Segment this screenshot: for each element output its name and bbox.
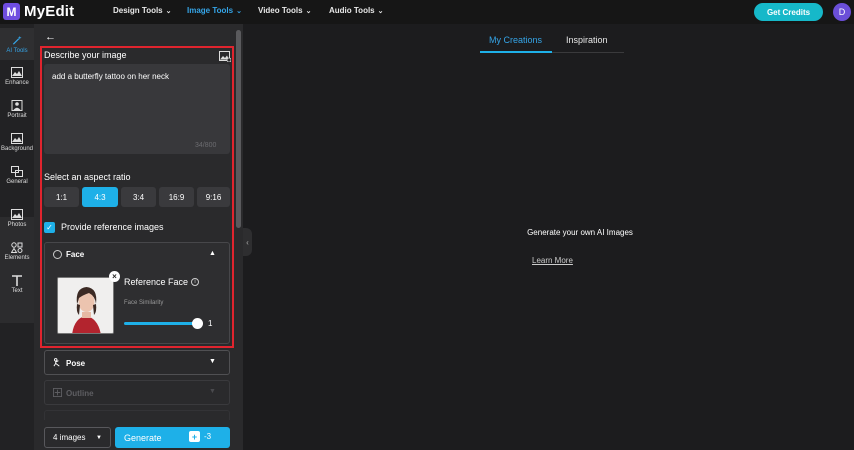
rail-item-label: General: [6, 178, 28, 185]
rail-item-label: Background: [0, 145, 34, 152]
ratio-3-4-button[interactable]: 3:4: [121, 187, 156, 207]
chevron-down-icon: ⌄: [305, 7, 312, 15]
outline-icon: [53, 388, 62, 399]
tab-inspiration[interactable]: Inspiration: [566, 35, 608, 45]
nav-audio-tools[interactable]: Audio Tools ⌄: [329, 6, 384, 15]
face-icon: [53, 250, 62, 259]
active-tab-indicator: [480, 51, 552, 53]
nav-image-tools-label: Image Tools: [187, 6, 234, 15]
pose-icon: [53, 358, 62, 369]
caret-up-icon[interactable]: ▲: [209, 250, 216, 257]
chevron-down-icon: ⌄: [236, 7, 242, 15]
nav-audio-tools-label: Audio Tools: [329, 6, 375, 15]
portrait-photo: [58, 278, 113, 333]
learn-more-link[interactable]: Learn More: [532, 256, 573, 265]
face-title: Face: [66, 250, 85, 259]
ratio-9-16-button[interactable]: 9:16: [197, 187, 230, 207]
ratio-4-3-button[interactable]: 4:3: [82, 187, 118, 207]
top-bar: M MyEdit Design Tools ⌄ Image Tools ⌄ Vi…: [0, 0, 854, 24]
rail-item-label: Text: [11, 287, 23, 294]
face-similarity-slider-track[interactable]: [124, 322, 199, 325]
get-credits-button[interactable]: Get Credits: [754, 3, 823, 21]
rail-item-text[interactable]: Text: [0, 268, 34, 300]
left-rail: AI Tools Enhance Portrait Background Gen…: [0, 24, 34, 450]
elements-icon: [11, 241, 23, 253]
describe-label: Describe your image: [44, 50, 127, 60]
image-icon: [11, 66, 23, 78]
outline-section-header[interactable]: Outline: [53, 388, 94, 399]
app-name[interactable]: MyEdit: [24, 3, 74, 20]
char-counter: 34/800: [195, 142, 217, 149]
rail-item-background[interactable]: Background: [0, 126, 34, 158]
photo-icon: [11, 208, 23, 220]
generate-button[interactable]: Generate: [115, 427, 230, 448]
nav-design-tools[interactable]: Design Tools ⌄: [113, 6, 172, 15]
chevron-down-icon: ⌄: [377, 7, 384, 15]
logo-icon[interactable]: M: [3, 3, 20, 20]
rail-item-label: Portrait: [7, 112, 27, 119]
rail-item-label: Enhance: [5, 79, 29, 86]
caret-down-icon: ▼: [96, 434, 102, 441]
text-icon: [11, 274, 23, 286]
image-upload-icon[interactable]: [219, 49, 232, 63]
remove-thumbnail-icon[interactable]: ×: [109, 271, 120, 282]
pose-title: Pose: [66, 359, 86, 368]
aspect-ratio-label: Select an aspect ratio: [44, 172, 131, 182]
caret-down-icon[interactable]: ▼: [209, 358, 216, 365]
main-canvas: [252, 24, 854, 450]
rail-item-ai-tools[interactable]: AI Tools: [0, 28, 34, 60]
ratio-16-9-button[interactable]: 16:9: [159, 187, 194, 207]
nav-image-tools[interactable]: Image Tools ⌄: [187, 6, 242, 15]
empty-state-message: Generate your own AI Images: [0, 228, 854, 237]
generate-cost: + -3: [189, 431, 211, 442]
rail-item-label: Elements: [4, 254, 30, 261]
pose-section-header[interactable]: Pose: [53, 358, 85, 369]
rail-item-portrait[interactable]: Portrait: [0, 93, 34, 125]
magic-wand-icon: [11, 35, 23, 46]
rail-item-label: Photos: [7, 221, 27, 228]
face-similarity-slider-handle[interactable]: [192, 318, 203, 329]
rail-item-general[interactable]: General: [0, 159, 34, 191]
reference-face-title: Reference Face: [124, 277, 189, 287]
outline-title: Outline: [66, 389, 94, 398]
avatar[interactable]: D: [833, 3, 851, 21]
rail-item-elements[interactable]: Elements: [0, 235, 34, 267]
portrait-icon: [11, 99, 23, 111]
info-icon[interactable]: i: [191, 278, 200, 286]
generate-label: Generate: [124, 432, 162, 443]
back-arrow-icon[interactable]: ←: [45, 31, 56, 43]
reference-face-heading: Reference Face i: [124, 277, 200, 287]
crop-icon: [11, 165, 23, 177]
nav-video-tools-label: Video Tools: [258, 6, 303, 15]
image-count-value: 4 images: [53, 433, 86, 442]
ratio-1-1-button[interactable]: 1:1: [44, 187, 79, 207]
face-similarity-label: Face Similarity: [124, 300, 164, 306]
nav-design-tools-label: Design Tools: [113, 6, 163, 15]
rail-item-label: AI Tools: [6, 47, 28, 54]
background-icon: [11, 132, 23, 144]
generate-cost-value: -3: [204, 432, 212, 441]
tab-my-creations[interactable]: My Creations: [489, 35, 542, 45]
caret-down-icon[interactable]: ▼: [209, 388, 216, 395]
reference-face-thumbnail[interactable]: [57, 277, 114, 334]
prompt-text: add a butterfly tattoo on her neck: [52, 72, 169, 81]
prompt-textarea[interactable]: add a butterfly tattoo on her neck: [44, 64, 230, 154]
face-similarity-value: 1: [208, 319, 213, 328]
empty-state-text: Generate your own AI Images: [527, 228, 633, 237]
rail-item-enhance[interactable]: Enhance: [0, 60, 34, 92]
image-count-select[interactable]: 4 images ▼: [44, 427, 111, 448]
chevron-down-icon: ⌄: [165, 7, 172, 15]
credit-icon: +: [189, 431, 200, 442]
nav-video-tools[interactable]: Video Tools ⌄: [258, 6, 311, 15]
panel-scrollbar-thumb[interactable]: [236, 30, 241, 228]
face-section-header[interactable]: Face: [53, 250, 84, 259]
